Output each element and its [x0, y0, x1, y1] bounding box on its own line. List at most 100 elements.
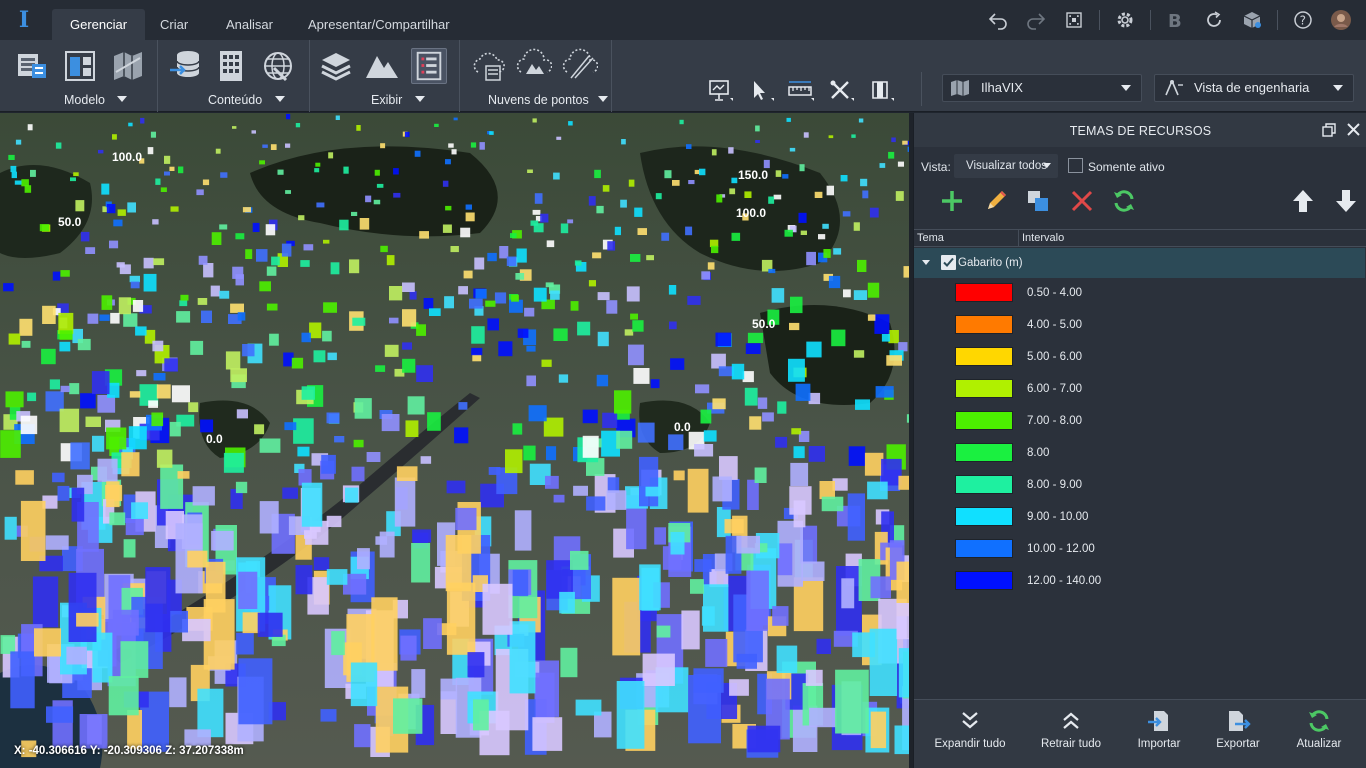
cube-icon[interactable] [1240, 8, 1264, 32]
chevron-down-icon[interactable] [598, 96, 608, 102]
legend-item[interactable]: 4.00 - 5.00 [914, 311, 1365, 343]
building [616, 681, 645, 749]
tab-analisar[interactable]: Analisar [208, 9, 291, 40]
building [841, 578, 855, 609]
restore-window-icon[interactable] [1322, 123, 1336, 137]
measure-icon[interactable] [788, 78, 814, 104]
presentation-icon[interactable] [707, 78, 733, 104]
building [888, 151, 895, 159]
building [314, 168, 320, 173]
expand-all-label: Expandir tudo [934, 738, 1006, 750]
legend-swatch[interactable] [955, 347, 1013, 366]
legend-swatch[interactable] [955, 283, 1013, 302]
terrain-icon[interactable] [364, 48, 400, 84]
collapse-all-label: Retrair tudo [1040, 738, 1102, 750]
legend-item[interactable]: 5.00 - 6.00 [914, 343, 1365, 375]
chevron-down-icon[interactable] [275, 96, 285, 102]
help-icon[interactable]: ? [1291, 8, 1315, 32]
cross-tools-icon[interactable] [828, 78, 854, 104]
expand-all-button[interactable]: Expandir tudo [932, 708, 1008, 764]
clip-icon[interactable] [868, 78, 894, 104]
legend-swatch[interactable] [955, 571, 1013, 590]
chevron-down-icon[interactable] [117, 96, 127, 102]
legend-item[interactable]: 9.00 - 10.00 [914, 503, 1365, 535]
bentley-b-icon[interactable]: B [1163, 8, 1187, 32]
layers-icon[interactable] [318, 48, 354, 84]
legend-item[interactable]: 6.00 - 7.00 [914, 375, 1365, 407]
legend-item[interactable]: 0.50 - 4.00 [914, 279, 1365, 311]
legend-swatch[interactable] [955, 539, 1013, 558]
legend-item[interactable]: 10.00 - 12.00 [914, 535, 1365, 567]
export-button[interactable]: Exportar [1205, 708, 1271, 764]
legend-item[interactable]: 7.00 - 8.00 [914, 407, 1365, 439]
feature-list-icon[interactable] [411, 48, 447, 84]
building [27, 124, 33, 131]
app-logo-icon[interactable]: I [14, 8, 34, 32]
building [875, 386, 894, 398]
settings-icon[interactable] [1113, 8, 1137, 32]
theme-checkbox[interactable] [941, 255, 956, 270]
close-icon[interactable] [1346, 122, 1361, 137]
user-avatar[interactable] [1329, 8, 1353, 32]
separator [921, 72, 922, 106]
legend-item[interactable]: 12.00 - 140.00 [914, 567, 1365, 599]
model-table-icon[interactable] [14, 48, 50, 84]
model-map-icon[interactable] [110, 48, 146, 84]
building [668, 434, 684, 451]
legend-swatch[interactable] [955, 443, 1013, 462]
only-active-checkbox[interactable] [1068, 158, 1083, 173]
legend-swatch[interactable] [955, 507, 1013, 526]
tab-apresentar-compartilhar[interactable]: Apresentar/Compartilhar [290, 9, 468, 40]
project-dropdown[interactable]: IlhaVIX [942, 74, 1142, 102]
building [129, 391, 141, 398]
building [607, 241, 616, 251]
panel-title: TEMAS DE RECURSOS [1069, 124, 1212, 138]
chevron-down-icon[interactable] [415, 96, 425, 102]
vista-dropdown[interactable]: Visualizar todos [954, 154, 1058, 178]
sync-icon[interactable] [1202, 8, 1226, 32]
cloud-road-icon[interactable] [562, 48, 599, 84]
database-import-icon[interactable] [168, 48, 204, 84]
update-button[interactable]: Atualizar [1286, 708, 1352, 764]
move-down-icon[interactable] [1332, 187, 1360, 215]
building [20, 500, 46, 561]
fit-screen-icon[interactable] [1062, 8, 1086, 32]
view-dropdown[interactable]: Vista de engenharia [1154, 74, 1354, 102]
cloud-terrain-icon[interactable] [516, 48, 553, 84]
expand-caret-icon[interactable] [922, 260, 930, 265]
cloud-table-icon[interactable] [470, 48, 506, 84]
edit-icon[interactable] [982, 187, 1010, 215]
building-grid-icon[interactable] [214, 48, 250, 84]
legend-item[interactable]: 8.00 - 9.00 [914, 471, 1365, 503]
legend-swatch[interactable] [955, 475, 1013, 494]
building [176, 311, 191, 323]
duplicate-icon[interactable] [1024, 187, 1052, 215]
move-up-icon[interactable] [1289, 187, 1317, 215]
model-layout-icon[interactable] [62, 48, 98, 84]
delete-icon[interactable] [1068, 187, 1096, 215]
building [326, 515, 342, 528]
select-arrow-icon[interactable] [748, 78, 774, 104]
legend-item[interactable]: 8.00 [914, 439, 1365, 471]
refresh-icon[interactable] [1110, 187, 1138, 215]
import-button[interactable]: Importar [1126, 708, 1192, 764]
add-icon[interactable] [938, 187, 966, 215]
building [512, 423, 523, 435]
legend-swatch[interactable] [955, 315, 1013, 334]
legend-swatch[interactable] [955, 411, 1013, 430]
collapse-all-button[interactable]: Retrair tudo [1033, 708, 1109, 764]
building [768, 196, 775, 204]
tab-criar[interactable]: Criar [142, 9, 206, 40]
building [703, 584, 729, 632]
redo-icon[interactable] [1024, 8, 1048, 32]
theme-group-row[interactable]: Gabarito (m) [914, 248, 1365, 278]
tab-gerenciar[interactable]: Gerenciar [52, 9, 146, 40]
undo-icon[interactable] [986, 8, 1010, 32]
map-3d-viewport[interactable]: 100.0 50.0 150.0 100.0 0.0 0.0 50.0 [0, 113, 909, 768]
building [112, 134, 117, 140]
building [819, 481, 835, 500]
legend-swatch[interactable] [955, 379, 1013, 398]
building [201, 310, 212, 323]
globe-network-icon[interactable] [260, 48, 296, 84]
building [380, 143, 386, 149]
